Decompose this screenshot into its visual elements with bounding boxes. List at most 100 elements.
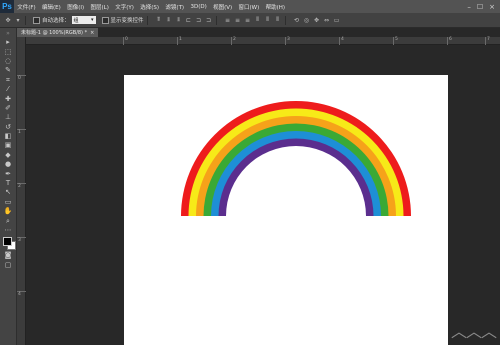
photoshop-logo-icon[interactable]: Ps [0,0,14,13]
align-left-icon[interactable]: ⊏ [185,16,193,24]
ruler-tick: 0 [123,37,128,45]
auto-select-dropdown[interactable]: 组 ▾ [71,16,96,24]
divider [146,15,148,25]
zoom-tool-icon[interactable]: ⌕ [0,216,16,225]
distribute-vcenter-icon[interactable]: ≡ [234,16,242,24]
close-icon[interactable]: × [90,30,94,36]
divider [25,15,26,25]
ruler-label: 3 [18,238,21,243]
healing-brush-tool-icon[interactable]: ✚ [0,94,16,103]
history-brush-tool-icon[interactable]: ↺ [0,123,16,132]
document-tab[interactable]: 未标题-1 @ 100%(RGB/8) * × [17,28,99,37]
hand-tool-icon[interactable]: ✋ [0,207,16,216]
ruler-label: 4 [341,37,344,42]
menu-filter[interactable]: 滤镜(T) [162,3,187,11]
divider [284,15,286,25]
vertical-ruler: 0 1 2 3 4 [17,37,26,345]
path-selection-tool-icon[interactable]: ↖ [0,188,16,197]
menu-help[interactable]: 帮助(H) [262,3,288,11]
menu-edit[interactable]: 编辑(E) [39,3,64,11]
3d-drag-icon[interactable]: ✥ [313,16,321,24]
panel-grip-icon[interactable]: » [0,28,16,38]
ruler-label: 7 [487,37,490,42]
pen-tool-icon[interactable]: ✒ [0,169,16,178]
ruler-tick: 2 [231,37,236,45]
menu-image[interactable]: 图像(I) [64,3,87,11]
distribute-buttons: ≡ ≡ ≡ ⦀ ⦀ ⦀ [224,16,282,24]
auto-select-checkbox[interactable] [33,16,40,24]
menu-select[interactable]: 选择(S) [137,3,162,11]
ruler-tick: 4 [339,37,344,45]
quick-mask-icon[interactable]: ◙ [0,251,16,260]
ruler-tick: 7 [485,37,490,45]
align-bottom-icon[interactable]: ⫫ [175,16,183,24]
brush-tool-icon[interactable]: ✐ [0,104,16,113]
window-controls: – ☐ × [467,3,500,11]
eraser-tool-icon[interactable]: ◧ [0,132,16,141]
type-tool-icon[interactable]: T [0,179,16,188]
menu-layer[interactable]: 图层(L) [87,3,112,11]
menu-file[interactable]: 文件(F) [14,3,39,11]
blur-tool-icon[interactable]: ◆ [0,151,16,160]
ruler-tick: 2 [17,183,26,189]
clone-stamp-tool-icon[interactable]: ⊥ [0,113,16,122]
ruler-tick: 4 [17,291,26,297]
distribute-top-icon[interactable]: ≡ [224,16,232,24]
align-top-icon[interactable]: ⫪ [155,16,163,24]
ruler-label: 0 [125,37,128,42]
3d-slide-icon[interactable]: ⇔ [323,16,331,24]
3d-rotate-icon[interactable]: ⟲ [293,16,301,24]
distribute-right-icon[interactable]: ⦀ [274,16,282,24]
ruler-label: 2 [18,184,21,189]
gradient-tool-icon[interactable]: ▣ [0,141,16,150]
distribute-hcenter-icon[interactable]: ⦀ [264,16,272,24]
dodge-tool-icon[interactable]: ● [0,160,16,169]
quick-select-tool-icon[interactable]: ✎ [0,66,16,75]
ruler-label: 4 [18,292,21,297]
menu-view[interactable]: 视图(V) [210,3,235,11]
menu-bar: Ps 文件(F) 编辑(E) 图像(I) 图层(L) 文字(Y) 选择(S) 滤… [0,0,500,13]
ruler-tick: 1 [17,129,26,135]
show-transform-option[interactable]: 显示变换控件 [101,16,144,24]
distribute-bottom-icon[interactable]: ≡ [244,16,252,24]
chevron-down-icon: ▾ [91,17,94,23]
show-transform-label: 显示变换控件 [110,18,144,24]
ruler-label: 3 [287,37,290,42]
distribute-left-icon[interactable]: ⦀ [254,16,262,24]
align-right-icon[interactable]: ⊐ [205,16,213,24]
menu-3d[interactable]: 3D(D) [187,4,210,10]
marquee-tool-icon[interactable]: ⬚ [0,47,16,56]
auto-select-label: 自动选择： [42,18,70,24]
show-transform-checkbox[interactable] [101,16,109,24]
minimize-icon[interactable]: – [467,3,471,11]
align-vcenter-icon[interactable]: ⫫ [165,16,173,24]
document-canvas[interactable] [124,75,448,345]
eyedropper-tool-icon[interactable]: ⁄ [0,85,16,94]
auto-select-option[interactable]: 自动选择： 组 ▾ [33,16,96,24]
options-bar: ✥ ▾ 自动选择： 组 ▾ 显示变换控件 ⫪ ⫫ ⫫ ⊏ ⊐ ⊐ ≡ ≡ ≡ ⦀… [0,13,500,28]
close-icon[interactable]: × [489,3,495,11]
move-tool-icon[interactable]: ▸ [0,38,16,47]
maximize-icon[interactable]: ☐ [477,3,483,11]
align-hcenter-icon[interactable]: ⊐ [195,16,203,24]
3d-roll-icon[interactable]: ◎ [303,16,311,24]
ruler-label: 5 [395,37,398,42]
crop-tool-icon[interactable]: ⌗ [0,76,16,85]
rainbow-shape [181,101,411,216]
foreground-color-swatch[interactable] [3,237,12,247]
lasso-tool-icon[interactable]: ◌ [0,57,16,66]
divider [215,15,217,25]
screen-mode-icon[interactable]: ▢ [0,261,16,270]
more-tools-icon[interactable]: ⋯ [0,226,16,235]
color-swatches[interactable] [0,235,16,251]
shape-tool-icon[interactable]: ▭ [0,198,16,207]
watermark-logo: ︿︿︿ [450,322,497,341]
chevron-down-icon: ▾ [16,16,20,24]
ruler-tick: 6 [447,37,452,45]
menu-type[interactable]: 文字(Y) [112,3,137,11]
ruler-label: 2 [233,37,236,42]
menu-window[interactable]: 窗口(W) [235,3,262,11]
align-buttons: ⫪ ⫫ ⫫ ⊏ ⊐ ⊐ [155,16,213,24]
3d-scale-icon[interactable]: ▭ [333,16,341,24]
tool-preset-picker[interactable]: ✥ ▾ [4,16,22,24]
